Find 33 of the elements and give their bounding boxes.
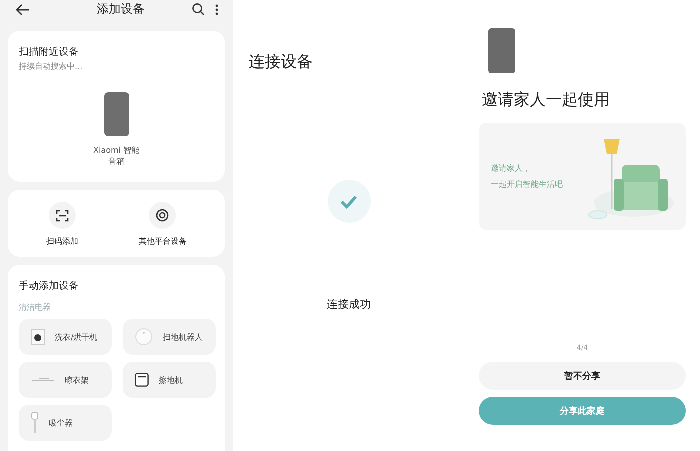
device-tile[interactable]: 扫地机器人	[123, 319, 216, 355]
scan-icon[interactable]	[48, 202, 76, 229]
search-icon[interactable]	[192, 3, 205, 16]
skip-button[interactable]: 暂不分享	[479, 362, 686, 390]
back-icon[interactable]	[16, 4, 30, 16]
more-icon[interactable]	[215, 4, 219, 16]
vacuum-icon	[31, 412, 39, 434]
section-title: 手动添加设备	[19, 280, 80, 293]
action-label[interactable]: 扫码添加	[46, 236, 78, 247]
action-label[interactable]: 其他平台设备	[138, 236, 187, 247]
device-name: 擦地机	[159, 374, 183, 386]
device-name: 洗衣/烘干机	[55, 332, 98, 342]
invite-title: 邀请家人一起使用	[482, 90, 610, 111]
device-tile[interactable]: 擦地机	[123, 362, 216, 398]
device-tile[interactable]: 洗衣/烘干机	[19, 319, 112, 355]
washer-icon	[31, 329, 45, 345]
status-text: 连接成功	[327, 297, 371, 312]
banner-text: 邀请家人， 一起开启智能生活吧	[491, 163, 563, 190]
page-title: 连接设备	[249, 52, 313, 73]
page-title: 添加设备	[96, 1, 146, 18]
device-tile[interactable]: 晾衣架	[19, 362, 112, 398]
device-tile[interactable]: 吸尘器	[19, 405, 112, 441]
category-label: 清洁电器	[19, 302, 52, 313]
section-title: 扫描附近设备	[19, 46, 80, 59]
floor-washer-icon	[135, 373, 149, 387]
device-name: 晾衣架	[65, 374, 89, 386]
device-name[interactable]: Xiaomi 智能 音箱	[93, 144, 140, 168]
device-name: 吸尘器	[49, 418, 73, 428]
search-status: 持续自动搜索中...	[19, 60, 84, 72]
robot-vacuum-icon	[135, 328, 153, 346]
device-name: 扫地机器人	[163, 332, 203, 342]
target-icon[interactable]	[149, 202, 176, 229]
success-check-icon	[328, 180, 370, 223]
